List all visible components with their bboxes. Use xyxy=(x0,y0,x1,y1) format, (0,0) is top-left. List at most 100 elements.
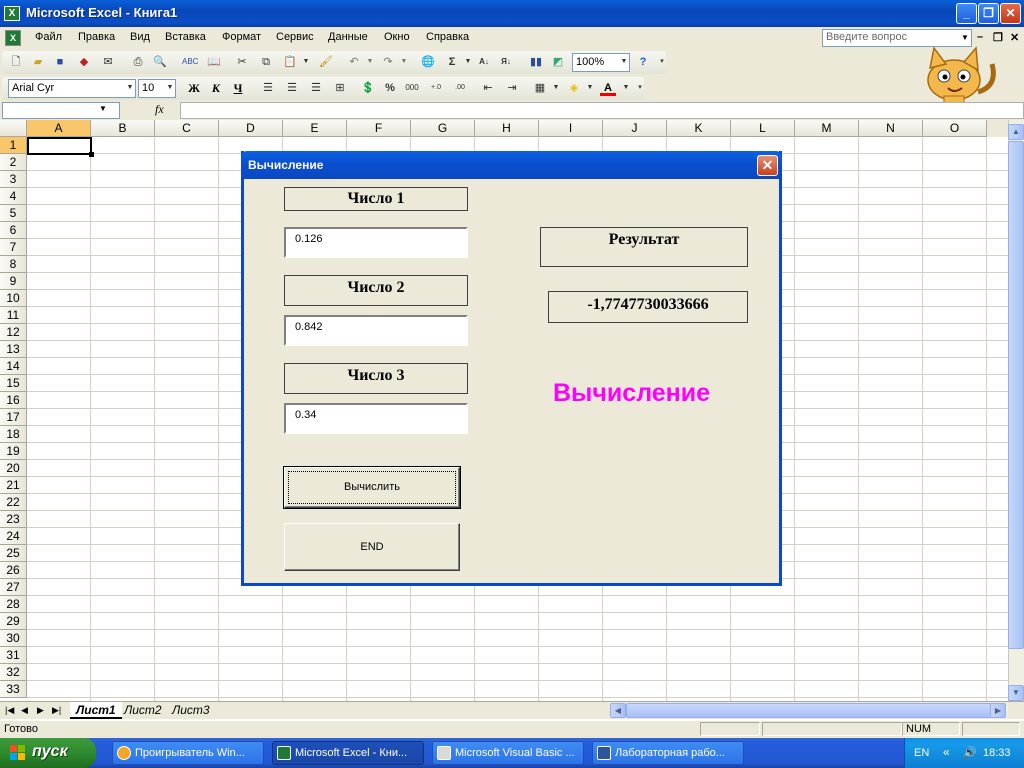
comma-style-icon[interactable]: 000 xyxy=(404,80,420,96)
row-header[interactable]: 30 xyxy=(0,630,27,647)
chart-wizard-icon[interactable]: ▮▮ xyxy=(528,54,544,70)
undo-dropdown-icon[interactable]: ▼ xyxy=(362,54,378,70)
row-header[interactable]: 19 xyxy=(0,443,27,460)
currency-icon[interactable]: 💲 xyxy=(360,80,376,96)
ask-question-dropdown-icon[interactable]: ▼ xyxy=(958,29,972,47)
align-center-icon[interactable]: ☰ xyxy=(284,80,300,96)
column-header[interactable]: E xyxy=(283,120,347,137)
italic-button[interactable]: К xyxy=(208,80,224,96)
fill-dropdown-icon[interactable]: ▼ xyxy=(582,80,598,96)
menu-format[interactable]: Формат xyxy=(220,31,263,43)
row-header[interactable]: 27 xyxy=(0,579,27,596)
align-right-icon[interactable]: ☰ xyxy=(308,80,324,96)
tray-chevron-icon[interactable]: « xyxy=(943,745,957,759)
row-header[interactable]: 16 xyxy=(0,392,27,409)
borders-icon[interactable]: ▦ xyxy=(532,80,548,96)
align-left-icon[interactable]: ☰ xyxy=(260,80,276,96)
name-box-dropdown-icon[interactable]: ▼ xyxy=(96,104,110,117)
column-header[interactable]: A xyxy=(27,120,91,137)
row-header[interactable]: 22 xyxy=(0,494,27,511)
scroll-up-icon[interactable]: ▲ xyxy=(1008,124,1024,140)
row-header[interactable]: 31 xyxy=(0,647,27,664)
row-header[interactable]: 5 xyxy=(0,205,27,222)
row-header[interactable]: 12 xyxy=(0,324,27,341)
number1-input[interactable]: 0.126 xyxy=(284,227,468,258)
column-header[interactable]: C xyxy=(155,120,219,137)
column-header[interactable]: H xyxy=(475,120,539,137)
drawing-icon[interactable]: ◩ xyxy=(550,54,566,70)
taskbar-item-excel[interactable]: Microsoft Excel - Кни... xyxy=(272,741,424,765)
volume-icon[interactable]: 🔊 xyxy=(963,746,977,760)
sort-ascending-icon[interactable]: A↓ xyxy=(476,54,492,70)
autosum-dropdown-icon[interactable]: ▼ xyxy=(460,54,476,70)
row-header[interactable]: 9 xyxy=(0,273,27,290)
menu-tools[interactable]: Сервис xyxy=(274,31,316,43)
row-header[interactable]: 13 xyxy=(0,341,27,358)
row-header[interactable]: 2 xyxy=(0,154,27,171)
redo-dropdown-icon[interactable]: ▼ xyxy=(396,54,412,70)
row-header[interactable]: 23 xyxy=(0,511,27,528)
cut-icon[interactable]: ✂ xyxy=(234,54,250,70)
column-header[interactable]: O xyxy=(923,120,987,137)
row-header[interactable]: 25 xyxy=(0,545,27,562)
save-icon[interactable]: ■ xyxy=(52,54,68,70)
ask-question-input[interactable]: Введите вопрос xyxy=(822,29,972,47)
increase-decimal-icon[interactable]: +.0 xyxy=(428,80,444,96)
number3-input[interactable]: 0.34 xyxy=(284,403,468,434)
tab-next-icon[interactable]: ▶ xyxy=(37,705,44,716)
size-dropdown-icon[interactable]: ▼ xyxy=(162,80,178,96)
calculate-button[interactable]: Вычислить xyxy=(283,466,461,509)
doc-minimize-button[interactable]: – xyxy=(977,31,983,43)
column-header[interactable]: B xyxy=(91,120,155,137)
merge-center-icon[interactable]: ⊞ xyxy=(332,80,348,96)
font-color-icon[interactable]: A xyxy=(600,80,616,96)
language-indicator[interactable]: EN xyxy=(914,747,929,759)
taskbar-item-word[interactable]: Лабораторная рабо... xyxy=(592,741,744,765)
fill-handle[interactable] xyxy=(89,152,94,157)
permission-icon[interactable]: ◆ xyxy=(76,54,92,70)
taskbar-item-vba[interactable]: Microsoft Visual Basic ... xyxy=(432,741,584,765)
row-header[interactable]: 18 xyxy=(0,426,27,443)
end-button[interactable]: END xyxy=(284,523,460,571)
row-header[interactable]: 6 xyxy=(0,222,27,239)
help-icon[interactable]: ? xyxy=(635,54,651,70)
decrease-indent-icon[interactable]: ⇤ xyxy=(480,80,496,96)
sheet-tab-3[interactable]: Лист3 xyxy=(166,702,216,719)
menu-edit[interactable]: Правка xyxy=(76,31,117,43)
row-header[interactable]: 4 xyxy=(0,188,27,205)
minimize-button[interactable]: _ xyxy=(956,3,977,24)
menu-help[interactable]: Справка xyxy=(424,31,471,43)
column-header[interactable]: L xyxy=(731,120,795,137)
column-header[interactable]: D xyxy=(219,120,283,137)
spelling-icon[interactable]: ABC xyxy=(182,54,198,70)
row-header[interactable]: 29 xyxy=(0,613,27,630)
row-header[interactable]: 14 xyxy=(0,358,27,375)
doc-close-button[interactable]: ✕ xyxy=(1010,31,1019,44)
print-preview-icon[interactable]: 🔍 xyxy=(152,54,168,70)
row-header[interactable]: 33 xyxy=(0,681,27,698)
row-header[interactable]: 8 xyxy=(0,256,27,273)
row-header[interactable]: 1 xyxy=(0,137,27,154)
format-painter-icon[interactable]: 🖌 xyxy=(318,54,334,70)
taskbar-item-media-player[interactable]: Проигрыватель Win... xyxy=(112,741,264,765)
toolbar-options-icon[interactable]: ▾ xyxy=(654,54,670,70)
toolbar-options-icon[interactable]: ▾ xyxy=(632,80,648,96)
new-icon[interactable]: 🗋 xyxy=(8,54,24,70)
font-dropdown-icon[interactable]: ▼ xyxy=(122,80,138,96)
formula-input[interactable] xyxy=(180,102,1024,119)
percent-style-icon[interactable]: % xyxy=(382,80,398,96)
row-header[interactable]: 10 xyxy=(0,290,27,307)
menu-data[interactable]: Данные xyxy=(326,31,370,43)
zoom-dropdown-icon[interactable]: ▼ xyxy=(616,54,632,70)
row-header[interactable]: 20 xyxy=(0,460,27,477)
scroll-right-icon[interactable]: ▶ xyxy=(990,703,1006,718)
paste-icon[interactable]: 📋 xyxy=(282,54,298,70)
autosum-icon[interactable]: Σ xyxy=(444,54,460,70)
copy-icon[interactable]: ⧉ xyxy=(258,54,274,70)
paste-dropdown-icon[interactable]: ▼ xyxy=(298,54,314,70)
sheet-tab-1[interactable]: Лист1 xyxy=(70,702,122,719)
row-header[interactable]: 3 xyxy=(0,171,27,188)
row-header[interactable]: 28 xyxy=(0,596,27,613)
insert-function-icon[interactable]: fx xyxy=(155,102,164,117)
workbook-icon[interactable]: X xyxy=(5,30,21,46)
